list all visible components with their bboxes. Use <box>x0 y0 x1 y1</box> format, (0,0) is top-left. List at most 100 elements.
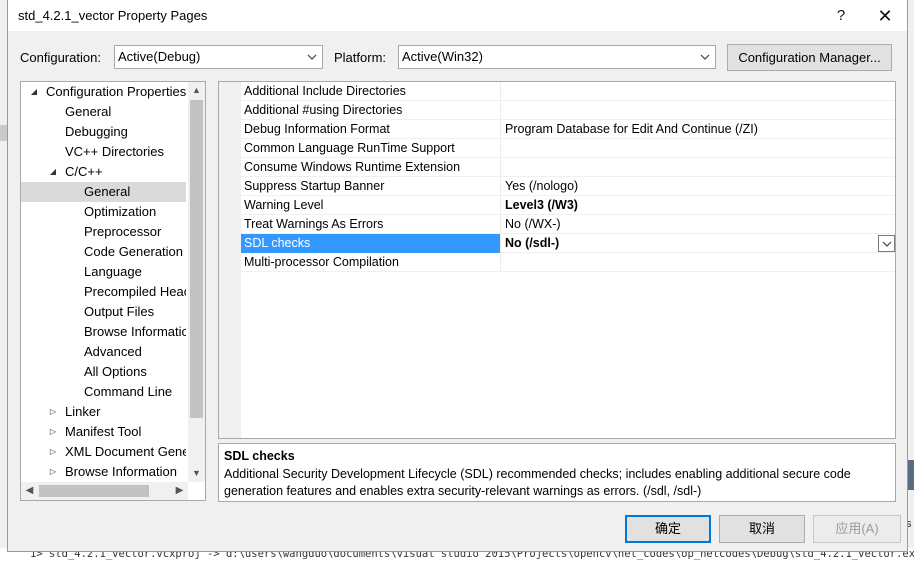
ok-button[interactable]: 确定 <box>625 515 711 543</box>
tree-item-label: General <box>84 184 131 199</box>
tree-item[interactable]: ▷ Linker <box>21 402 186 422</box>
property-value[interactable]: Yes (/nologo) <box>501 177 895 196</box>
scroll-left-icon[interactable]: ◀ <box>21 482 38 500</box>
tree-item[interactable]: ◢ Configuration Properties <box>21 82 186 102</box>
property-name: Common Language RunTime Support <box>241 139 501 158</box>
property-name: Consume Windows Runtime Extension <box>241 158 501 177</box>
configuration-label: Configuration: <box>20 50 101 65</box>
collapsed-triangle-icon[interactable]: ▷ <box>48 402 58 422</box>
description-title: SDL checks <box>224 449 295 463</box>
property-name: Suppress Startup Banner <box>241 177 501 196</box>
description-text: Additional Security Development Lifecycl… <box>224 467 851 498</box>
cancel-button[interactable]: 取消 <box>719 515 805 543</box>
scrollbar-thumb[interactable] <box>190 100 203 418</box>
property-name: Treat Warnings As Errors <box>241 215 501 234</box>
tree-item[interactable]: Precompiled Heac <box>21 282 186 302</box>
expanded-triangle-icon[interactable]: ◢ <box>29 82 39 102</box>
configuration-dropdown[interactable]: Active(Debug) <box>114 45 323 69</box>
tree-item-label: Manifest Tool <box>65 424 142 439</box>
platform-dropdown[interactable]: Active(Win32) <box>398 45 716 69</box>
property-value[interactable] <box>501 139 895 158</box>
tree-item[interactable]: General <box>21 102 186 122</box>
tree-item-label: Debugging <box>65 124 128 139</box>
tree-item[interactable]: Output Files <box>21 302 186 322</box>
scroll-up-icon[interactable]: ▲ <box>188 82 205 99</box>
tree-item[interactable]: ▷ XML Document Gene <box>21 442 186 462</box>
tree-item-label: Advanced <box>84 344 142 359</box>
property-name: Additional Include Directories <box>241 82 501 101</box>
tree-item[interactable]: General <box>21 182 186 202</box>
property-value[interactable] <box>501 158 895 177</box>
collapsed-triangle-icon[interactable]: ▷ <box>48 422 58 442</box>
property-row[interactable]: Warning Level Level3 (/W3) <box>241 196 895 215</box>
tree-item[interactable]: Optimization <box>21 202 186 222</box>
help-button[interactable]: ? <box>824 4 858 28</box>
tree-item[interactable]: VC++ Directories <box>21 142 186 162</box>
scroll-right-icon[interactable]: ▶ <box>171 482 188 500</box>
tree-item[interactable]: Preprocessor <box>21 222 186 242</box>
tree-item[interactable]: ▷ Manifest Tool <box>21 422 186 442</box>
tree-horizontal-scrollbar[interactable]: ◀ ▶ <box>21 482 188 500</box>
property-row[interactable]: Common Language RunTime Support <box>241 139 895 158</box>
tree-item-label: Code Generation <box>84 244 184 259</box>
property-name: Debug Information Format <box>241 120 501 139</box>
tree-item[interactable]: Command Line <box>21 382 186 402</box>
tree-item-label: Precompiled Heac <box>84 284 186 299</box>
tree-item[interactable]: Advanced <box>21 342 186 362</box>
tree-item[interactable]: Browse Informatic <box>21 322 186 342</box>
chevron-down-icon <box>699 46 711 68</box>
collapsed-triangle-icon[interactable]: ▷ <box>48 462 58 482</box>
property-value[interactable]: No (/WX-) <box>501 215 895 234</box>
chevron-down-icon[interactable] <box>878 235 895 252</box>
property-row[interactable]: Suppress Startup Banner Yes (/nologo) <box>241 177 895 196</box>
configuration-manager-button[interactable]: Configuration Manager... <box>727 44 892 71</box>
background-right-accent <box>908 460 914 490</box>
tree-item-label: Linker <box>65 404 101 419</box>
apply-button[interactable]: 应用(A) <box>813 515 901 543</box>
scroll-down-icon[interactable]: ▼ <box>188 465 205 482</box>
collapsed-triangle-icon[interactable]: ▷ <box>48 442 58 462</box>
tree-item[interactable]: ▷ Browse Information <box>21 462 186 482</box>
tree-item-label: Browse Informatic <box>84 324 186 339</box>
tree-item-label: General <box>65 104 112 119</box>
window-title: std_4.2.1_vector Property Pages <box>18 8 208 23</box>
property-name: Multi-processor Compilation <box>241 253 501 272</box>
tree-item-label: Command Line <box>84 384 173 399</box>
tree-item-label: Output Files <box>84 304 155 319</box>
property-row[interactable]: Multi-processor Compilation <box>241 253 895 272</box>
property-value[interactable]: Program Database for Edit And Continue (… <box>501 120 895 139</box>
scrollbar-thumb[interactable] <box>39 485 149 497</box>
property-value[interactable] <box>501 82 895 101</box>
property-row[interactable]: Consume Windows Runtime Extension <box>241 158 895 177</box>
property-row[interactable]: Additional #using Directories <box>241 101 895 120</box>
expanded-triangle-icon[interactable]: ◢ <box>48 162 58 182</box>
tree-item-label: Language <box>84 264 142 279</box>
tree-item[interactable]: Debugging <box>21 122 186 142</box>
property-row[interactable]: SDL checks No (/sdl-) <box>241 234 895 253</box>
property-row[interactable]: Treat Warnings As Errors No (/WX-) <box>241 215 895 234</box>
property-name: Warning Level <box>241 196 501 215</box>
tree-item-label: Optimization <box>84 204 157 219</box>
property-value[interactable] <box>501 253 895 272</box>
close-button[interactable]: ✕ <box>868 4 902 28</box>
property-row[interactable]: Debug Information Format Program Database… <box>241 120 895 139</box>
property-pages-dialog: std_4.2.1_vector Property Pages ? ✕ Conf… <box>7 0 908 552</box>
platform-value: Active(Win32) <box>402 49 483 64</box>
chevron-down-icon <box>306 46 318 68</box>
tree-vertical-scrollbar[interactable]: ▲ ▼ <box>188 82 205 482</box>
tree-item-label: Browse Information <box>65 464 177 479</box>
tree-item[interactable]: All Options <box>21 362 186 382</box>
tree-item[interactable]: ◢ C/C++ <box>21 162 186 182</box>
grid-gutter <box>219 82 241 438</box>
property-name: Additional #using Directories <box>241 101 501 120</box>
tree-item-label: Preprocessor <box>84 224 162 239</box>
property-value[interactable]: Level3 (/W3) <box>501 196 895 215</box>
property-row[interactable]: Additional Include Directories <box>241 82 895 101</box>
property-value[interactable] <box>501 101 895 120</box>
description-panel: SDL checks Additional Security Developme… <box>218 443 896 502</box>
tree-item[interactable]: Language <box>21 262 186 282</box>
tree-item-label: VC++ Directories <box>65 144 164 159</box>
tree-item-label: Configuration Properties <box>46 84 186 99</box>
tree-item[interactable]: Code Generation <box>21 242 186 262</box>
property-value[interactable]: No (/sdl-) <box>501 234 895 253</box>
